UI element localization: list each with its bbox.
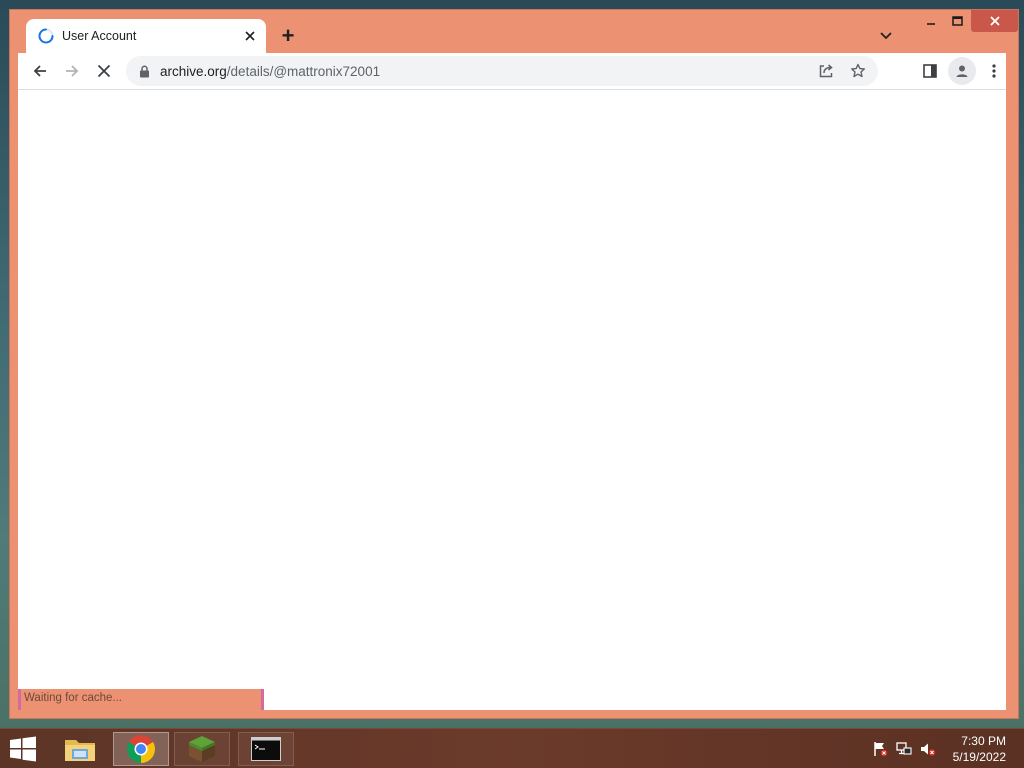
minimize-icon[interactable] — [917, 10, 944, 32]
close-icon[interactable] — [240, 26, 260, 46]
tab-user-account[interactable]: User Account — [26, 19, 266, 53]
system-tray — [872, 741, 936, 762]
cmd-icon — [251, 737, 281, 761]
taskbar-clock[interactable]: 7:30 PM 5/19/2022 — [953, 733, 1006, 765]
browser-window: User Account + archive.org/details/@matt… — [10, 10, 1018, 718]
url-text: archive.org/details/@mattronix72001 — [160, 64, 812, 79]
kebab-menu-icon[interactable] — [980, 57, 1008, 85]
window-close-button[interactable] — [971, 10, 1018, 32]
star-icon[interactable] — [844, 57, 872, 85]
url-host: archive.org — [160, 63, 227, 79]
maximize-icon[interactable] — [944, 10, 971, 32]
tab-title: User Account — [62, 29, 137, 43]
stop-icon — [97, 64, 111, 78]
volume-muted-icon[interactable] — [920, 741, 936, 762]
profile-icon[interactable] — [948, 57, 976, 85]
url-path: /details/@mattronix72001 — [226, 63, 381, 79]
network-icon[interactable] — [896, 741, 912, 762]
arrow-left-icon — [33, 65, 46, 77]
spinner-icon — [37, 27, 55, 45]
new-tab-button[interactable]: + — [276, 23, 300, 48]
page-content: Waiting for cache... — [18, 89, 1006, 710]
back-button[interactable] — [26, 57, 54, 85]
taskbar-cmd[interactable] — [238, 732, 294, 766]
taskbar: 7:30 PM 5/19/2022 — [0, 728, 1024, 768]
taskbar-minecraft[interactable] — [174, 732, 230, 766]
windows-logo-icon[interactable] — [9, 736, 37, 762]
address-bar[interactable]: archive.org/details/@mattronix72001 — [126, 56, 878, 86]
clock-date: 5/19/2022 — [952, 750, 1006, 764]
lock-icon[interactable] — [136, 63, 152, 79]
status-bubble: Waiting for cache... — [18, 689, 264, 710]
taskbar-file-explorer[interactable] — [52, 732, 108, 766]
tab-strip: User Account + — [10, 10, 1018, 53]
stop-button[interactable] — [90, 57, 118, 85]
browser-toolbar: archive.org/details/@mattronix72001 — [18, 53, 1006, 89]
forward-button[interactable] — [58, 57, 86, 85]
window-controls — [917, 10, 1018, 32]
folder-icon — [65, 740, 95, 761]
arrow-right-icon — [66, 65, 79, 77]
share-icon[interactable] — [812, 57, 840, 85]
grass-block-icon — [189, 736, 215, 762]
side-panel-icon[interactable] — [916, 57, 944, 85]
taskbar-chrome[interactable] — [113, 732, 169, 766]
chevron-down-icon[interactable] — [874, 26, 898, 46]
clock-time: 7:30 PM — [961, 734, 1006, 748]
action-center-flag-icon[interactable] — [872, 741, 888, 762]
chrome-icon — [127, 735, 155, 763]
